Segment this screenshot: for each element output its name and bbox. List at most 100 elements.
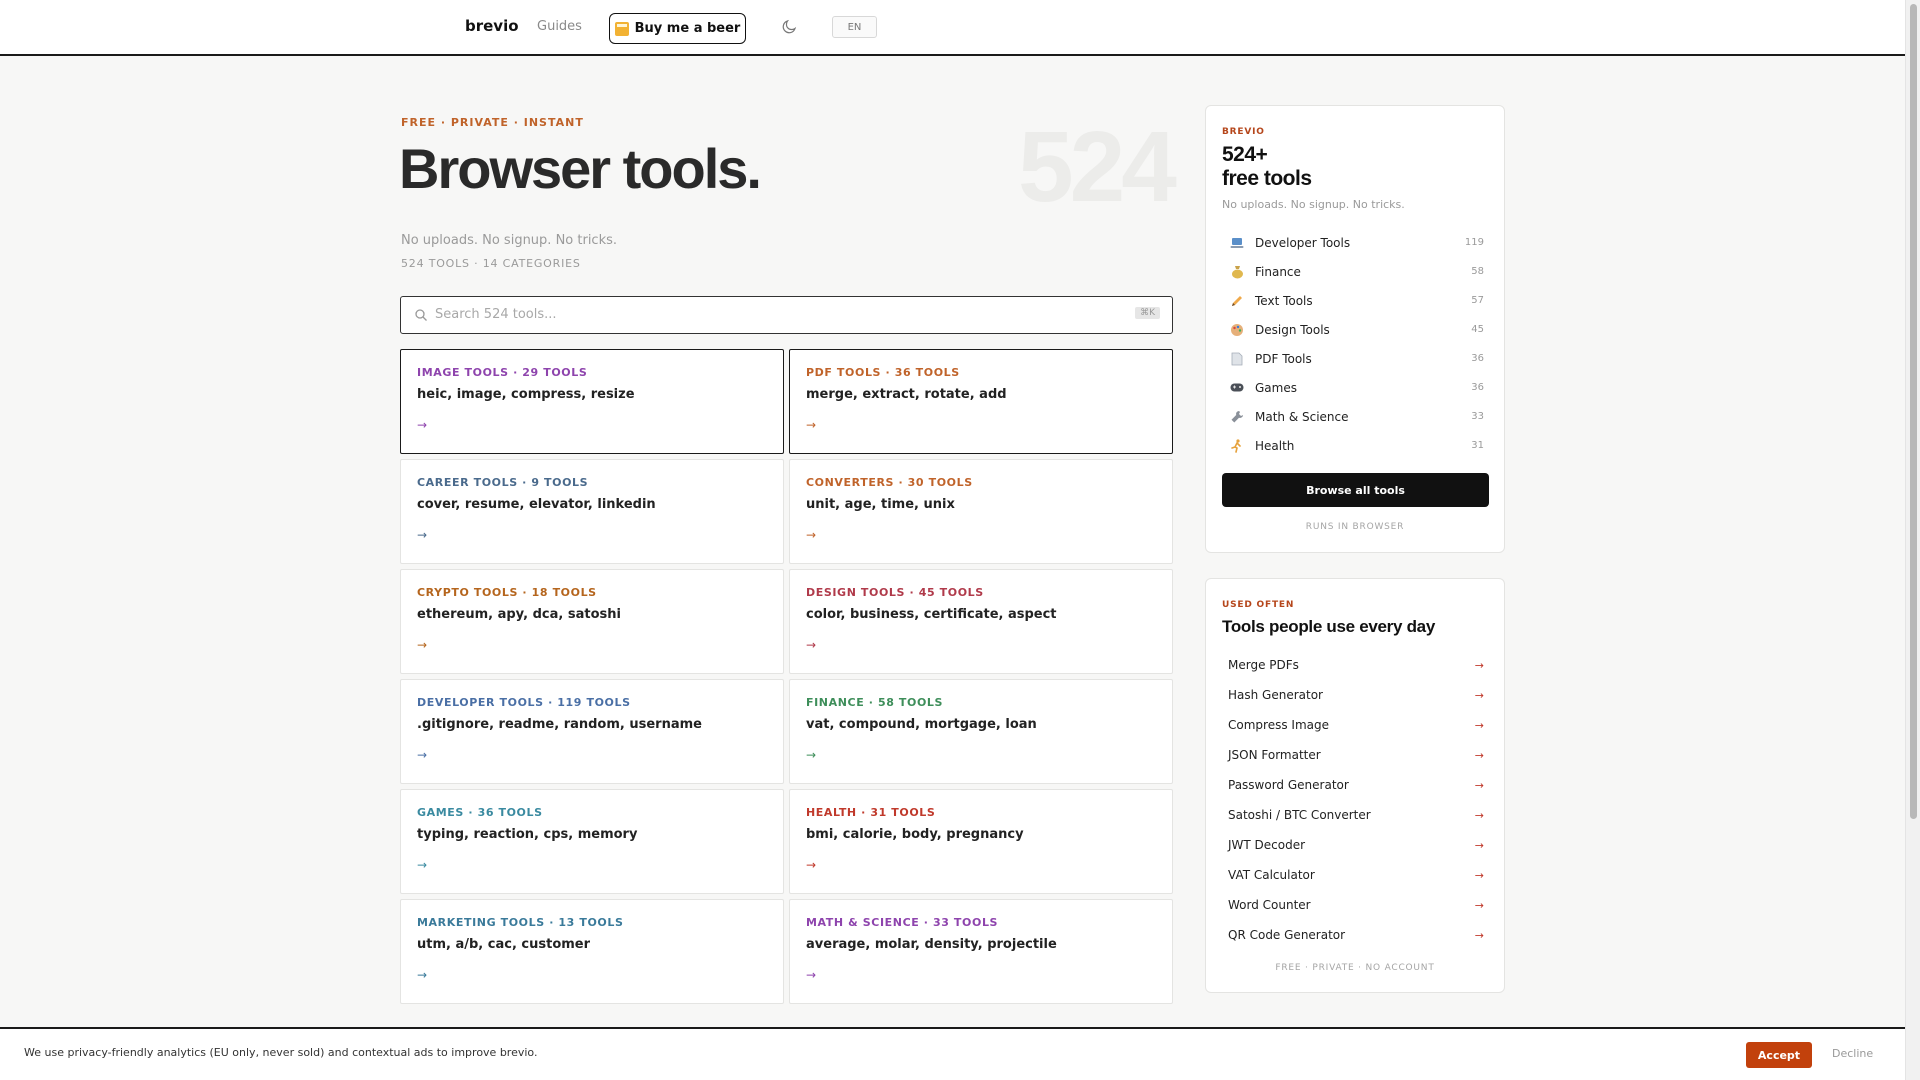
arrow-right-icon: → bbox=[1474, 778, 1484, 792]
category-card[interactable]: CRYPTO TOOLS · 18 TOOLS ethereum, apy, dc… bbox=[400, 569, 784, 674]
category-card-tags: bmi, calorie, body, pregnancy bbox=[806, 827, 1024, 842]
arrow-right-icon: → bbox=[417, 858, 428, 872]
category-list-item[interactable]: Finance 58 bbox=[1222, 257, 1490, 286]
category-list-item[interactable]: Text Tools 57 bbox=[1222, 286, 1490, 315]
arrow-right-icon: → bbox=[1474, 898, 1484, 912]
nav-link-guides[interactable]: Guides bbox=[537, 19, 582, 34]
category-list-item-name: Health bbox=[1255, 438, 1295, 453]
popular-tool-link[interactable]: Satoshi / BTC Converter → bbox=[1222, 800, 1490, 830]
language-selector[interactable]: EN bbox=[832, 16, 877, 38]
popular-tool-link[interactable]: Password Generator → bbox=[1222, 770, 1490, 800]
hero-eyebrow: FREE · PRIVATE · INSTANT bbox=[401, 116, 584, 129]
category-card[interactable]: DESIGN TOOLS · 45 TOOLS color, business, … bbox=[789, 569, 1173, 674]
category-list-item[interactable]: Games 36 bbox=[1222, 373, 1490, 402]
category-card[interactable]: DEVELOPER TOOLS · 119 TOOLS .gitignore, r… bbox=[400, 679, 784, 784]
category-card[interactable]: IMAGE TOOLS · 29 TOOLS heic, image, compr… bbox=[400, 349, 784, 454]
page-title: Browser tools. bbox=[399, 137, 762, 200]
category-card[interactable]: MARKETING TOOLS · 13 TOOLS utm, a/b, cac,… bbox=[400, 899, 784, 1004]
popular-tool-name: Hash Generator bbox=[1228, 688, 1323, 702]
summary-headline: 524+ free tools bbox=[1222, 143, 1312, 191]
popular-tool-link[interactable]: Hash Generator → bbox=[1222, 680, 1490, 710]
category-list-item-count: 45 bbox=[1471, 324, 1484, 335]
category-card-title: MARKETING TOOLS · 13 TOOLS bbox=[417, 916, 624, 929]
summary-eyebrow: BREVIO bbox=[1222, 127, 1265, 137]
category-list-item-count: 58 bbox=[1471, 266, 1484, 277]
accept-cookies-button[interactable]: Accept bbox=[1746, 1042, 1812, 1068]
popular-tool-link[interactable]: JSON Formatter → bbox=[1222, 740, 1490, 770]
category-list: Developer Tools 119 Finance 58 Text Tools 57 D… bbox=[1222, 228, 1490, 460]
category-card-title: DESIGN TOOLS · 45 TOOLS bbox=[806, 586, 984, 599]
category-card-tags: average, molar, density, projectile bbox=[806, 937, 1057, 952]
category-list-item[interactable]: PDF Tools 36 bbox=[1222, 344, 1490, 373]
popular-tool-link[interactable]: Merge PDFs → bbox=[1222, 650, 1490, 680]
top-nav: brevio Guides Buy me a beer EN bbox=[0, 0, 1905, 56]
category-list-item[interactable]: Design Tools 45 bbox=[1222, 315, 1490, 344]
category-list-item-count: 33 bbox=[1471, 411, 1484, 422]
arrow-right-icon: → bbox=[1474, 808, 1484, 822]
arrow-right-icon: → bbox=[1474, 838, 1484, 852]
popular-tool-link[interactable]: VAT Calculator → bbox=[1222, 860, 1490, 890]
category-list-item-count: 36 bbox=[1471, 353, 1484, 364]
category-card[interactable]: HEALTH · 31 TOOLS bmi, calorie, body, pre… bbox=[789, 789, 1173, 894]
moon-icon[interactable] bbox=[781, 19, 797, 35]
browse-all-tools-button[interactable]: Browse all tools bbox=[1222, 473, 1489, 507]
summary-count: 524+ bbox=[1222, 143, 1268, 166]
laptop-icon bbox=[1229, 235, 1245, 251]
arrow-right-icon: → bbox=[417, 638, 428, 652]
category-card[interactable]: CONVERTERS · 30 TOOLS unit, age, time, un… bbox=[789, 459, 1173, 564]
category-card[interactable]: GAMES · 36 TOOLS typing, reaction, cps, m… bbox=[400, 789, 784, 894]
category-list-item-name: Design Tools bbox=[1255, 322, 1330, 337]
search-input[interactable] bbox=[435, 297, 1115, 332]
category-card-title: CRYPTO TOOLS · 18 TOOLS bbox=[417, 586, 597, 599]
category-card-tags: ethereum, apy, dca, satoshi bbox=[417, 607, 621, 622]
hero-subtitle: No uploads. No signup. No tricks. bbox=[401, 233, 618, 248]
popular-tools-card: USED OFTEN Tools people use every day Me… bbox=[1205, 578, 1505, 993]
category-card-title: CAREER TOOLS · 9 TOOLS bbox=[417, 476, 589, 489]
popular-tool-name: JSON Formatter bbox=[1228, 748, 1321, 762]
popular-tool-link[interactable]: QR Code Generator → bbox=[1222, 920, 1490, 950]
category-list-item-name: Developer Tools bbox=[1255, 235, 1351, 250]
arrow-right-icon: → bbox=[1474, 658, 1484, 672]
arrow-right-icon: → bbox=[806, 528, 817, 542]
buy-me-a-beer-button[interactable]: Buy me a beer bbox=[609, 13, 746, 44]
category-card[interactable]: FINANCE · 58 TOOLS vat, compound, mortgag… bbox=[789, 679, 1173, 784]
popular-tool-link[interactable]: Compress Image → bbox=[1222, 710, 1490, 740]
page-scrollbar[interactable] bbox=[1905, 0, 1920, 1080]
category-list-item-name: PDF Tools bbox=[1255, 351, 1312, 366]
category-list-item[interactable]: Health 31 bbox=[1222, 431, 1490, 460]
category-list-item[interactable]: Developer Tools 119 bbox=[1222, 228, 1490, 257]
scrollbar-thumb[interactable] bbox=[1910, 4, 1917, 819]
category-card-tags: unit, age, time, unix bbox=[806, 497, 955, 512]
popular-tool-name: VAT Calculator bbox=[1228, 868, 1315, 882]
money-bag-icon bbox=[1229, 264, 1245, 280]
arrow-right-icon: → bbox=[417, 968, 428, 982]
category-card-tags: merge, extract, rotate, add bbox=[806, 387, 1007, 402]
popular-title: Tools people use every day bbox=[1222, 617, 1435, 636]
arrow-right-icon: → bbox=[806, 858, 817, 872]
arrow-right-icon: → bbox=[1474, 928, 1484, 942]
category-card-title: IMAGE TOOLS · 29 TOOLS bbox=[417, 366, 588, 379]
arrow-right-icon: → bbox=[1474, 868, 1484, 882]
category-list-item[interactable]: Math & Science 33 bbox=[1222, 402, 1490, 431]
popular-tool-link[interactable]: Word Counter → bbox=[1222, 890, 1490, 920]
decline-cookies-button[interactable]: Decline bbox=[1832, 1047, 1873, 1060]
arrow-right-icon: → bbox=[417, 418, 428, 432]
category-grid: IMAGE TOOLS · 29 TOOLS heic, image, compr… bbox=[400, 349, 1173, 1004]
keyboard-shortcut-badge: ⌘K bbox=[1135, 307, 1160, 319]
popular-footer-note: FREE · PRIVATE · NO ACCOUNT bbox=[1275, 963, 1435, 973]
category-card[interactable]: PDF TOOLS · 36 TOOLS merge, extract, rota… bbox=[789, 349, 1173, 454]
brand-logo[interactable]: brevio bbox=[465, 17, 519, 35]
category-list-item-name: Finance bbox=[1255, 264, 1301, 279]
palette-icon bbox=[1229, 322, 1245, 338]
popular-tool-name: Compress Image bbox=[1228, 718, 1329, 732]
cookie-banner: We use privacy-friendly analytics (EU on… bbox=[0, 1027, 1905, 1080]
popular-tool-link[interactable]: JWT Decoder → bbox=[1222, 830, 1490, 860]
category-list-item-count: 57 bbox=[1471, 295, 1484, 306]
popular-tool-name: Password Generator bbox=[1228, 778, 1349, 792]
category-card-tags: color, business, certificate, aspect bbox=[806, 607, 1057, 622]
category-list-item-count: 31 bbox=[1471, 440, 1484, 451]
category-card[interactable]: MATH & SCIENCE · 33 TOOLS average, molar,… bbox=[789, 899, 1173, 1004]
pencil-icon bbox=[1229, 293, 1245, 309]
category-card[interactable]: CAREER TOOLS · 9 TOOLS cover, resume, ele… bbox=[400, 459, 784, 564]
summary-tagline: No uploads. No signup. No tricks. bbox=[1222, 198, 1405, 211]
